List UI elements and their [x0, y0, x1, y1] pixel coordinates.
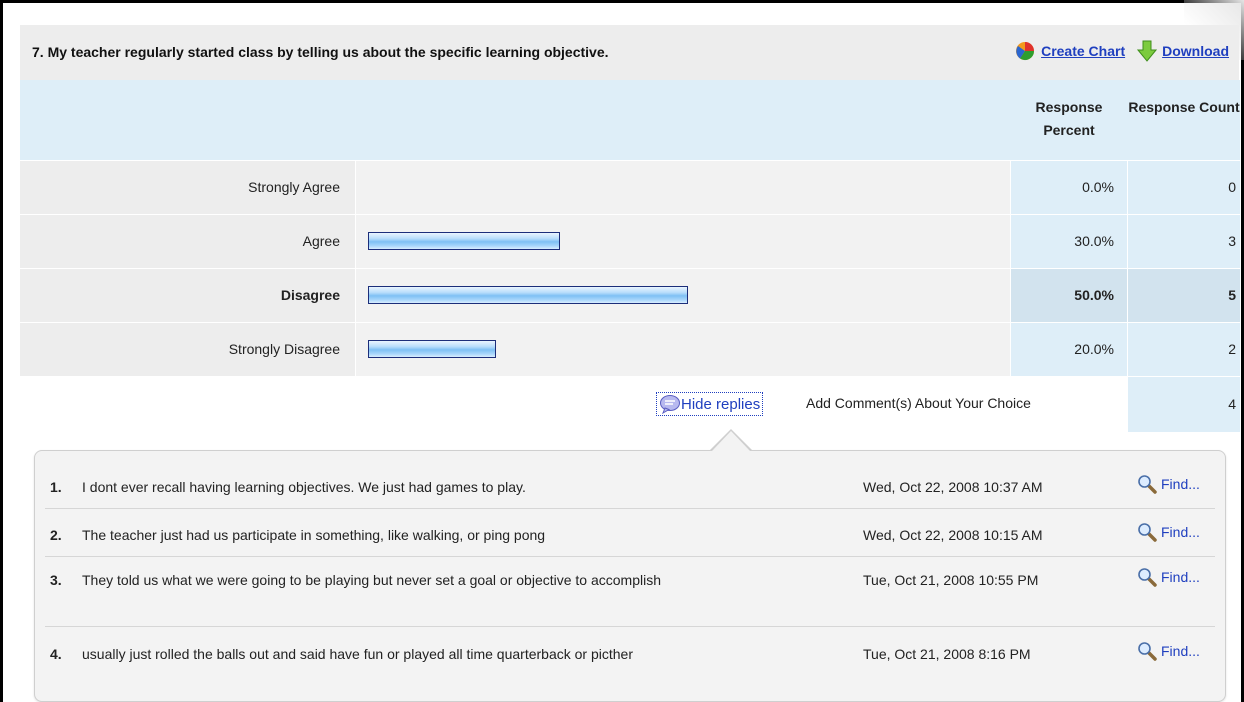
find-label: Find... [1161, 569, 1200, 585]
reply-number: 1. [50, 479, 62, 495]
reply-text: I dont ever recall having learning objec… [82, 479, 526, 495]
find-button[interactable]: Find... [1137, 566, 1200, 588]
download-link[interactable]: Download [1162, 43, 1229, 59]
reply-number: 2. [50, 527, 62, 543]
create-chart-action[interactable]: Create Chart [1014, 40, 1125, 62]
comment-count: 4 [1128, 377, 1240, 432]
pie-chart-icon [1016, 42, 1035, 61]
find-button[interactable]: Find... [1137, 640, 1200, 662]
magnifier-icon [1138, 523, 1157, 542]
hide-replies-button[interactable]: Hide replies [656, 392, 764, 416]
table-row: Agree 30.0% 3 [20, 214, 1240, 268]
reply-separator [45, 508, 1215, 509]
answer-label: Strongly Agree [20, 161, 355, 214]
response-percent: 30.0% [1011, 215, 1127, 268]
response-bar [368, 340, 496, 358]
find-label: Find... [1161, 524, 1200, 540]
table-row: Strongly Disagree 20.0% 2 [20, 322, 1240, 376]
question-header: 7. My teacher regularly started class by… [20, 25, 1239, 81]
comment-summary-row: Hide replies Add Comment(s) About Your C… [20, 377, 1240, 432]
response-percent: 50.0% [1011, 269, 1127, 322]
hide-replies-label: Hide replies [681, 395, 761, 413]
question-title: 7. My teacher regularly started class by… [32, 44, 609, 60]
find-label: Find... [1161, 643, 1200, 659]
create-chart-link[interactable]: Create Chart [1041, 43, 1125, 59]
reply-date: Wed, Oct 22, 2008 10:37 AM [863, 479, 1043, 495]
response-bar [368, 286, 688, 304]
reply-number: 3. [50, 572, 62, 588]
bar-cell [356, 269, 1010, 322]
table-row: Strongly Agree 0.0% 0 [20, 160, 1240, 214]
magnifier-icon [1138, 568, 1157, 587]
find-button[interactable]: Find... [1137, 473, 1200, 495]
magnifier-icon [1138, 642, 1157, 661]
reply-date: Tue, Oct 21, 2008 10:55 PM [863, 572, 1039, 588]
response-count-header: Response Count [1128, 99, 1240, 115]
table-header: Response Percent Response Count [20, 80, 1240, 160]
add-comment-label: Add Comment(s) About Your Choice [806, 395, 1031, 411]
response-percent-header: Response Percent [1035, 99, 1103, 138]
reply-text: usually just rolled the balls out and sa… [82, 646, 633, 662]
response-count: 2 [1128, 323, 1240, 376]
table-row: Disagree 50.0% 5 [20, 268, 1240, 322]
reply-separator [45, 626, 1215, 627]
response-bar [368, 232, 560, 250]
bar-cell [356, 215, 1010, 268]
answer-label: Strongly Disagree [20, 323, 355, 376]
speech-bubble-icon [660, 395, 680, 414]
find-button[interactable]: Find... [1137, 521, 1200, 543]
answer-label: Disagree [20, 269, 355, 322]
response-count: 3 [1128, 215, 1240, 268]
reply-separator [45, 556, 1215, 557]
question-actions: Create Chart Download [1002, 40, 1229, 62]
response-percent: 0.0% [1011, 161, 1127, 214]
download-arrow-icon [1137, 40, 1158, 62]
reply-text: They told us what we were going to be pl… [82, 572, 661, 588]
replies-panel: 1. I dont ever recall having learning ob… [34, 450, 1226, 702]
download-action[interactable]: Download [1137, 40, 1229, 62]
reply-date: Tue, Oct 21, 2008 8:16 PM [863, 646, 1031, 662]
answer-label: Agree [20, 215, 355, 268]
magnifier-icon [1138, 475, 1157, 494]
response-count: 0 [1128, 161, 1240, 214]
find-label: Find... [1161, 476, 1200, 492]
bar-cell [356, 161, 1010, 214]
reply-number: 4. [50, 646, 62, 662]
bar-cell [356, 323, 1010, 376]
reply-text: The teacher just had us participate in s… [82, 527, 546, 543]
replies-pointer-fill [712, 431, 750, 451]
response-count: 5 [1128, 269, 1240, 322]
reply-date: Wed, Oct 22, 2008 10:15 AM [863, 527, 1043, 543]
response-percent: 20.0% [1011, 323, 1127, 376]
